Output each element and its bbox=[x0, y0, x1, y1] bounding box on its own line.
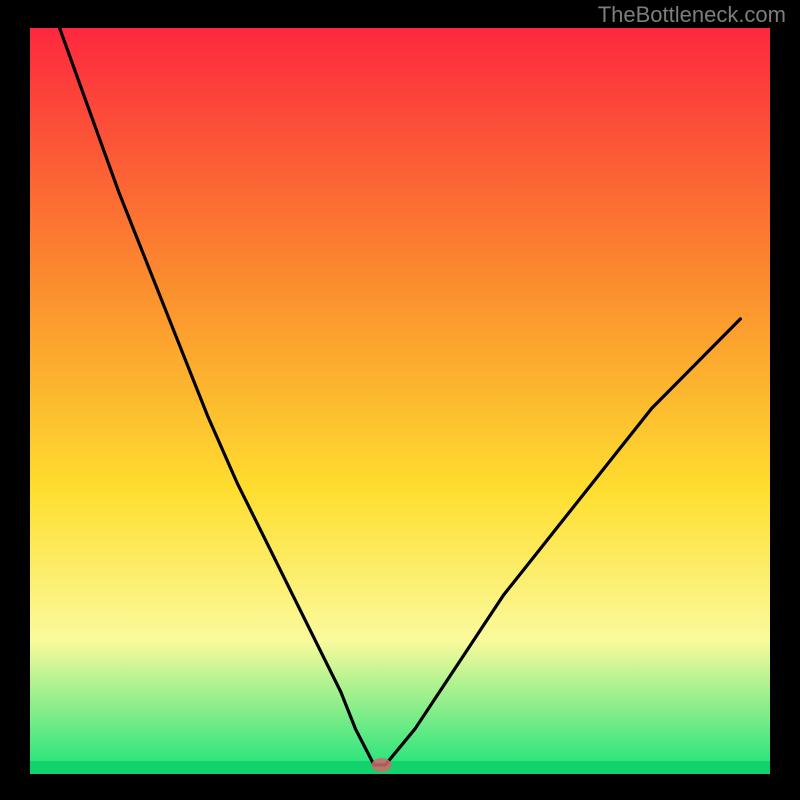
watermark-text: TheBottleneck.com bbox=[598, 2, 786, 28]
chart-container: TheBottleneck.com bbox=[0, 0, 800, 800]
chart-svg bbox=[0, 0, 800, 800]
baseline-green-strip bbox=[30, 761, 770, 774]
optimal-point-marker bbox=[372, 758, 392, 772]
plot-area bbox=[30, 28, 770, 774]
